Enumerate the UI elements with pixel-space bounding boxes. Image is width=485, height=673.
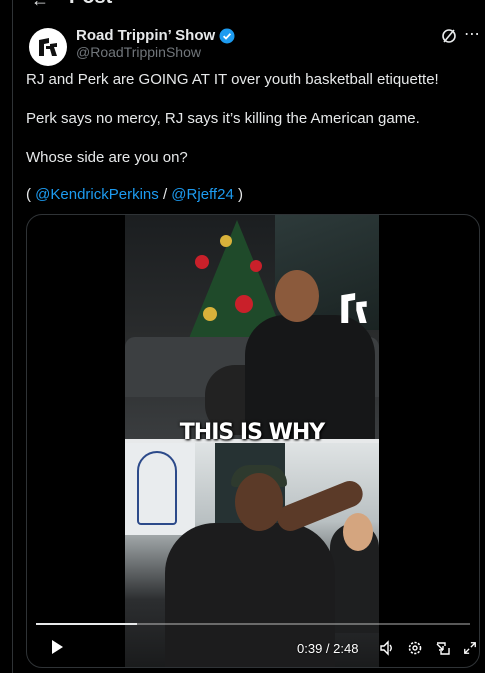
background-person-head [343, 513, 373, 551]
person-head [235, 473, 283, 531]
road-trippin-logo-icon [39, 38, 57, 56]
progress-bar[interactable] [36, 623, 470, 625]
ornament [235, 295, 253, 313]
picture-in-picture-icon[interactable] [435, 640, 451, 656]
avatar[interactable] [29, 28, 67, 66]
wall-poster [125, 443, 195, 535]
fullscreen-icon[interactable] [463, 640, 477, 656]
page-title: Post [69, 0, 112, 9]
author-handle[interactable]: @RoadTrippinShow [76, 44, 201, 60]
mention-rjeff24[interactable]: @Rjeff24 [171, 186, 233, 203]
poster-figure [137, 451, 177, 525]
more-icon[interactable]: ⋯ [464, 24, 480, 44]
volume-icon[interactable] [379, 640, 395, 656]
post-line-2: Perk says no mercy, RJ says it’s killing… [26, 110, 420, 127]
paren-open: ( [26, 186, 36, 203]
settings-icon[interactable] [407, 640, 423, 656]
author-name-row: Road Trippin’ Show [76, 27, 235, 44]
post-line-1: RJ and Perk are GOING AT IT over youth b… [26, 71, 439, 88]
video-caption: THIS IS WHY [179, 420, 325, 445]
ornament [195, 255, 209, 269]
post-line-3: Whose side are you on? [26, 149, 188, 166]
play-icon[interactable] [49, 639, 65, 655]
mention-separator: / [158, 186, 172, 203]
author-display-name[interactable]: Road Trippin’ Show [76, 27, 215, 44]
video-controls: 0:39 / 2:48 [27, 611, 479, 667]
video-top-panel [125, 215, 379, 439]
video-frame[interactable]: THIS IS WHY [125, 215, 379, 667]
paren-close: ) [233, 186, 243, 203]
arrow-left-icon[interactable]: ← [31, 0, 49, 11]
mention-kendrick-perkins[interactable]: @KendrickPerkins [35, 186, 159, 203]
verified-badge-icon [219, 28, 235, 44]
ornament [203, 307, 217, 321]
grok-icon[interactable] [441, 28, 457, 44]
post-header: ← Post [13, 0, 485, 12]
person-head [275, 270, 319, 322]
post-line-4: ( @KendrickPerkins / @Rjeff24 ) [26, 185, 243, 205]
road-trippin-watermark-icon [341, 293, 367, 323]
ornament [220, 235, 232, 247]
ornament [250, 260, 262, 272]
post-column: ← Post Road Trippin’ Show @RoadTrippinSh… [12, 0, 485, 673]
video-player[interactable]: THIS IS WHY 0:39 / 2:48 [26, 214, 480, 668]
video-time: 0:39 / 2:48 [297, 641, 359, 656]
progress-fill [36, 623, 137, 625]
